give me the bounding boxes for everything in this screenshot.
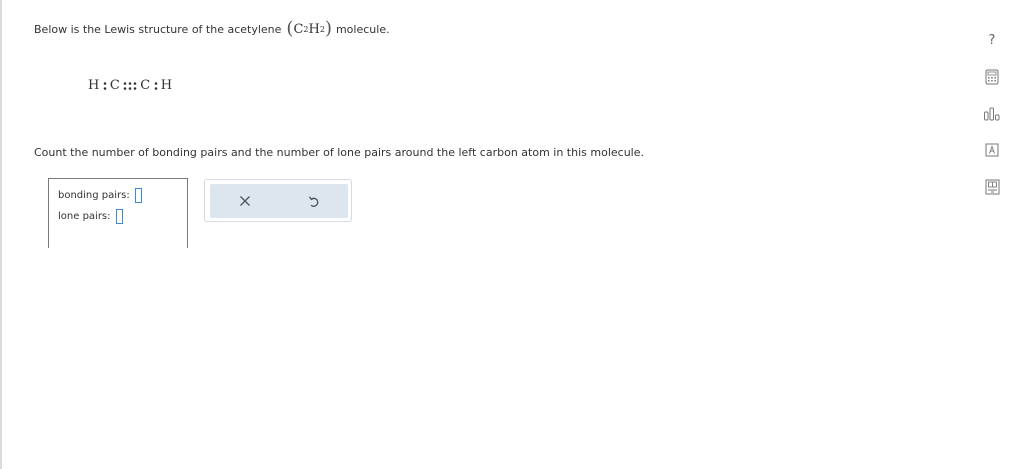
- ereader-icon: [985, 179, 999, 195]
- bonding-pairs-row: bonding pairs:: [58, 188, 142, 203]
- single-bond-pair-icon: [154, 81, 158, 90]
- close-icon: [239, 196, 250, 206]
- lone-pairs-row: lone pairs:: [58, 209, 123, 224]
- single-bond-pair-icon: [103, 81, 107, 90]
- bonding-pairs-input[interactable]: [134, 188, 142, 203]
- undo-button[interactable]: [294, 186, 334, 216]
- data-chart-button[interactable]: [980, 102, 1004, 126]
- periodic-table-icon: [985, 143, 999, 157]
- lone-pairs-input[interactable]: [115, 209, 123, 224]
- lewis-structure: H C C H: [86, 78, 175, 93]
- triple-bond-pairs-icon: [123, 81, 137, 90]
- clear-button[interactable]: [225, 186, 265, 216]
- formula-carbon: C: [293, 21, 304, 37]
- calculator-icon: [985, 69, 999, 85]
- calculator-button[interactable]: [980, 65, 1004, 89]
- formula-open-paren: (: [286, 18, 294, 39]
- question-intro: Below is the Lewis structure of the acet…: [34, 20, 390, 38]
- left-border: [0, 0, 2, 469]
- action-panel: [204, 179, 352, 222]
- formula-close-paren: ): [324, 18, 332, 39]
- answer-box: bonding pairs: lone pairs:: [48, 178, 188, 248]
- periodic-table-button[interactable]: [980, 138, 1004, 162]
- formula-hydrogen: H: [308, 21, 320, 37]
- lewis-atom-h-left: H: [88, 78, 100, 93]
- data-chart-icon: [984, 107, 1000, 121]
- help-icon: ?: [988, 32, 996, 48]
- ereader-button[interactable]: [980, 175, 1004, 199]
- undo-icon: [308, 195, 318, 207]
- acetylene-formula: ( C2 H2 ): [286, 20, 332, 38]
- intro-text-after: molecule.: [335, 22, 390, 36]
- intro-text-before: Below is the Lewis structure of the acet…: [34, 22, 282, 36]
- help-button[interactable]: ?: [980, 28, 1004, 52]
- lewis-atom-c-left: C: [109, 78, 121, 93]
- lewis-atom-c-right: C: [140, 78, 151, 93]
- lone-pairs-label: lone pairs:: [58, 211, 111, 222]
- bonding-pairs-label: bonding pairs:: [58, 190, 130, 201]
- lewis-atom-h-right: H: [160, 78, 173, 93]
- action-button-bar: [210, 184, 348, 218]
- question-prompt: Count the number of bonding pairs and th…: [34, 146, 644, 159]
